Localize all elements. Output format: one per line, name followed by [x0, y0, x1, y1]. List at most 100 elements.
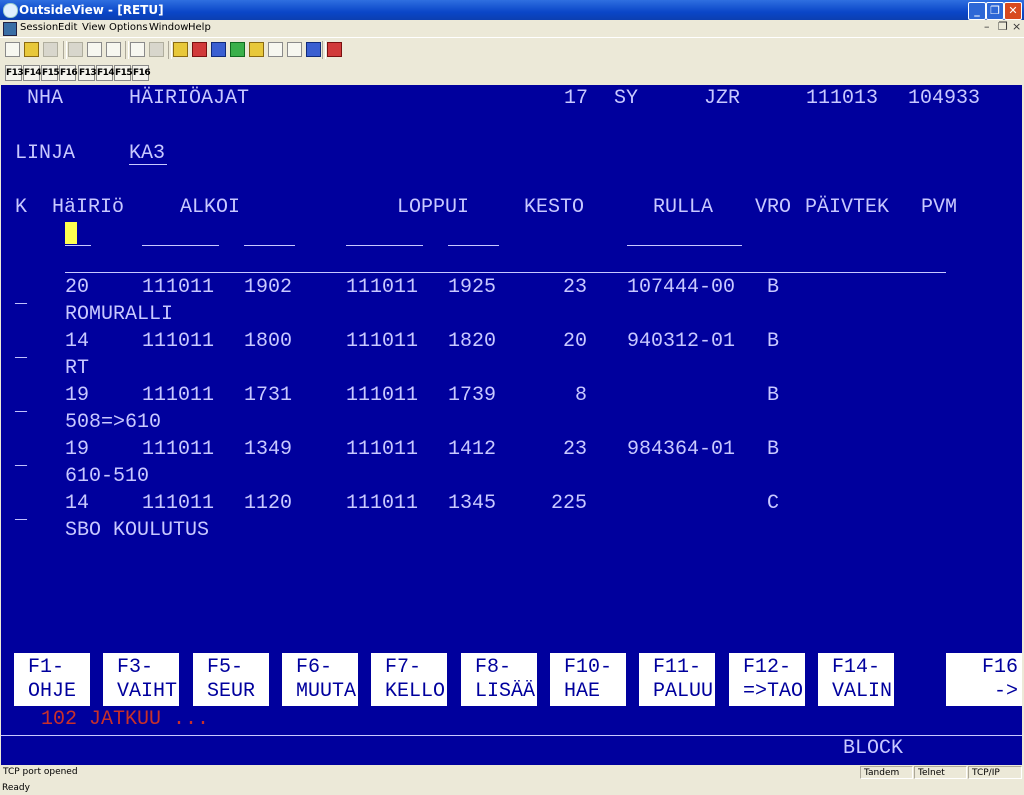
row-roll: 107444-00: [627, 276, 736, 299]
capture-icon[interactable]: [287, 42, 302, 57]
toolbar-shift-f15-button[interactable]: F15: [114, 65, 133, 81]
f14-select-button[interactable]: F14- VALIN: [818, 653, 894, 706]
row-end-date: 111011: [346, 330, 419, 353]
properties-icon[interactable]: [149, 42, 164, 57]
menu-options[interactable]: Options: [109, 21, 148, 35]
user-id: JZR: [704, 87, 741, 110]
row-start-date: 111011: [142, 384, 215, 407]
toolbar-f13-button[interactable]: F13: [5, 65, 24, 81]
f7-clock-button[interactable]: F7- KELLO: [371, 653, 447, 706]
app-icon[interactable]: [3, 3, 18, 18]
row-description: 508=>610: [65, 411, 162, 434]
mdi-minimize-icon[interactable]: –: [984, 20, 990, 34]
transfer-icon[interactable]: [249, 42, 264, 57]
column-hairio: HäIRIö: [52, 196, 125, 219]
minimize-icon[interactable]: _: [968, 2, 986, 20]
f11-return-button[interactable]: F11- PALUU: [639, 653, 715, 706]
row-start-time: 1902: [244, 276, 293, 299]
row-vro: B: [767, 276, 780, 299]
connect-icon[interactable]: [173, 42, 188, 57]
filter-rulla-field[interactable]: [627, 245, 742, 246]
row-select-field[interactable]: _: [15, 503, 27, 525]
row-select-field[interactable]: _: [15, 341, 27, 363]
f3-switch-button[interactable]: F3- VAIHT: [103, 653, 179, 706]
f10-search-button[interactable]: F10- HAE: [550, 653, 626, 706]
mdi-restore-icon[interactable]: ❐: [998, 20, 1008, 34]
mdi-close-icon[interactable]: ×: [1012, 20, 1021, 34]
row-start-date: 111011: [142, 276, 215, 299]
ready-status: Ready: [0, 781, 1024, 795]
help-book-icon[interactable]: [327, 42, 342, 57]
record-icon[interactable]: [230, 42, 245, 57]
f6-edit-button[interactable]: F6- MUUTA: [282, 653, 358, 706]
screen-title: HÄIRIÖAJAT: [129, 87, 250, 110]
column-alkoi: ALKOI: [180, 196, 241, 219]
line-label: LINJA: [15, 142, 76, 165]
row-duration: 20: [562, 330, 587, 353]
table-separator: [65, 272, 946, 273]
menu-view[interactable]: View: [82, 21, 106, 35]
row-vro: B: [767, 330, 780, 353]
macro-icon[interactable]: [211, 42, 226, 57]
filter-loppui-time-field[interactable]: [448, 245, 499, 246]
f5-key: F5-: [207, 656, 244, 679]
f16-forward-button[interactable]: F16 ->: [946, 653, 1022, 706]
f1-key: F1-: [28, 656, 65, 679]
column-rulla: RULLA: [653, 196, 714, 219]
protocol: Telnet: [914, 766, 967, 779]
row-duration: 23: [562, 276, 587, 299]
menu-edit[interactable]: Edit: [58, 21, 77, 35]
close-icon[interactable]: ✕: [1004, 2, 1022, 20]
copy-icon[interactable]: [87, 42, 102, 57]
f1-help-button[interactable]: F1- OHJE: [14, 653, 90, 706]
menu-help[interactable]: Help: [188, 21, 211, 35]
f11-label: PALUU: [653, 680, 714, 703]
status-bar: TCP port opened Tandem Telnet TCP/IP: [0, 766, 1024, 780]
row-end-time: 1739: [448, 384, 497, 407]
cut-icon[interactable]: [68, 42, 83, 57]
terminal-screen[interactable]: NHA HÄIRIÖAJAT 17 SY JZR 111013 104933 L…: [1, 85, 1022, 765]
filter-alkoi-time-field[interactable]: [244, 245, 295, 246]
row-select-field[interactable]: _: [15, 395, 27, 417]
f10-label: HAE: [564, 680, 601, 703]
f12-tao-button[interactable]: F12- =>TAO: [729, 653, 805, 706]
toolbar-shift-f13-button[interactable]: F13: [78, 65, 97, 81]
toolbar-shift-f14-button[interactable]: F14: [96, 65, 115, 81]
row-start-time: 1731: [244, 384, 293, 407]
filter-loppui-date-field[interactable]: [346, 245, 423, 246]
row-code: 14: [65, 492, 90, 515]
toolbar-f14-button[interactable]: F14: [23, 65, 42, 81]
row-code: 19: [65, 438, 90, 461]
row-code: 20: [65, 276, 90, 299]
disconnect-icon[interactable]: [192, 42, 207, 57]
row-select-field[interactable]: _: [15, 287, 27, 309]
row-duration: 8: [574, 384, 587, 407]
row-start-time: 1120: [244, 492, 293, 515]
f7-label: KELLO: [385, 680, 446, 703]
f1-label: OHJE: [28, 680, 77, 703]
toolbar-f16-button[interactable]: F16: [59, 65, 78, 81]
keyboard-icon[interactable]: [306, 42, 321, 57]
new-icon[interactable]: [5, 42, 20, 57]
f8-add-button[interactable]: F8- LISÄÄ: [461, 653, 537, 706]
menu-session[interactable]: Session: [20, 21, 58, 35]
filter-alkoi-date-field[interactable]: [142, 245, 219, 246]
maximize-icon[interactable]: ❐: [986, 2, 1004, 20]
row-select-field[interactable]: _: [15, 449, 27, 471]
row-end-date: 111011: [346, 276, 419, 299]
settings-icon[interactable]: [130, 42, 145, 57]
script-icon[interactable]: [268, 42, 283, 57]
filter-hairio-field[interactable]: [65, 245, 91, 246]
line-input[interactable]: KA3: [129, 143, 165, 165]
toolbar-shift-f16-button[interactable]: F16: [132, 65, 151, 81]
row-end-time: 1925: [448, 276, 497, 299]
open-icon[interactable]: [24, 42, 39, 57]
menu-window[interactable]: Window: [149, 21, 188, 35]
column-kesto: KESTO: [524, 196, 585, 219]
session-icon[interactable]: [3, 22, 17, 36]
f5-next-button[interactable]: F5- SEUR: [193, 653, 269, 706]
save-icon[interactable]: [43, 42, 58, 57]
print-icon[interactable]: [106, 42, 121, 57]
toolbar-f15-button[interactable]: F15: [41, 65, 60, 81]
connection-status: TCP port opened: [3, 767, 78, 777]
